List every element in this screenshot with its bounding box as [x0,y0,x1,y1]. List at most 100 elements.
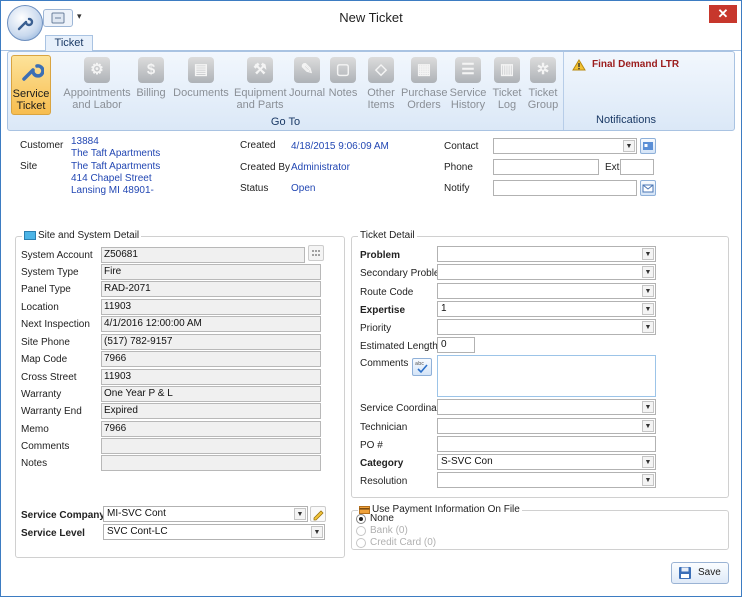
phone-input[interactable] [493,159,599,175]
customer-label: Customer [20,140,64,151]
created-label: Created [240,140,276,151]
save-label: Save [698,567,721,578]
site-detail-value: Expired [101,403,321,419]
gear-icon: ⚙ [84,57,110,83]
site-street: 414 Chapel Street [71,173,152,184]
notifications-group: Final Demand LTR Notifications [568,54,684,128]
po-input[interactable] [437,436,656,452]
tab-ticket[interactable]: Ticket [45,35,93,52]
site-detail-label: Notes [21,458,48,469]
journal-icon: ✎ [294,57,320,83]
app-menu-button[interactable] [7,5,43,41]
estimated-length-input[interactable]: 0 [437,337,475,353]
comments-label: Comments [360,358,409,369]
service-coordinator-select[interactable]: ▼ [437,399,656,415]
payment-bank-radio[interactable] [356,526,366,536]
notify-input[interactable] [493,180,637,196]
ribbon-button-label: Documents [173,87,229,99]
created-value: 4/18/2015 9:06:09 AM [291,141,389,152]
comments-textarea[interactable] [437,355,656,397]
ribbon-button-notes[interactable]: ▢ Notes [327,55,359,115]
save-button[interactable]: Save [671,562,729,584]
close-button[interactable]: ✕ [709,5,737,23]
ribbon-button-ticket-log[interactable]: ▥ Ticket Log [491,55,523,115]
site-detail-title-text: Site and System Detail [38,230,140,241]
ribbon-button-other-items[interactable]: ◇ Other Items [363,55,399,115]
contact-label: Contact [444,141,479,152]
contact-select[interactable]: ▼ [493,138,637,154]
secondary-problem-select[interactable]: ▼ [437,264,656,280]
site-detail-value: 11903 [101,369,321,385]
ribbon-button-appointments-and-labor[interactable]: ⚙ Appointments and Labor [63,55,131,115]
ribbon-button-label: Appointments [63,87,131,99]
route-code-select[interactable]: ▼ [437,283,656,299]
service-company-select[interactable]: MI-SVC Cont ▼ [103,506,308,522]
ribbon-button-documents[interactable]: ▤ Documents [171,55,231,115]
phone-label: Phone [444,162,473,173]
site-detail-label: System Type [21,267,79,278]
purchase-order-icon: ▦ [411,57,437,83]
ribbon-button-equipment-and-parts[interactable]: ⚒ Equipment and Parts [234,55,287,115]
ribbon-button-service-ticket[interactable]: Service Ticket [11,55,51,115]
notification-item[interactable]: Final Demand LTR [572,58,682,74]
chevron-down-icon: ▼ [642,474,654,486]
window-title: New Ticket [339,10,403,25]
site-detail-label: Map Code [21,354,68,365]
po-label: PO # [360,440,383,451]
category-select[interactable]: S-SVC Con ▼ [437,454,656,470]
site-detail-value: 11903 [101,299,321,315]
customer-name-link[interactable]: The Taft Apartments [71,148,160,159]
ribbon-button-label: Orders [407,99,441,111]
notes-icon: ▢ [330,57,356,83]
payment-none-radio[interactable] [356,514,366,524]
ribbon-button-label: and Parts [236,99,284,111]
notify-email-button[interactable] [640,180,656,196]
priority-select[interactable]: ▼ [437,319,656,335]
ribbon-button-label: History [450,99,486,111]
equipment-icon: ⚒ [247,57,273,83]
pencil-icon [313,510,324,521]
technician-select[interactable]: ▼ [437,418,656,434]
ribbon-button-label: Ticket [16,100,46,112]
ribbon-button-billing[interactable]: $ Billing [134,55,168,115]
ribbon-button-label: Ticket [492,87,522,99]
site-detail-value: 4/1/2016 12:00:00 AM [101,316,321,332]
site-detail-group: Site and System Detail System Account Z50… [15,230,345,558]
expertise-label: Expertise [360,305,406,316]
ext-input[interactable] [620,159,654,175]
ribbon-button-ticket-group[interactable]: ✲ Ticket Group [525,55,561,115]
contact-card-button[interactable] [640,138,656,154]
ribbon-button-label: Service [449,87,487,99]
service-level-select[interactable]: SVC Cont-LC ▼ [103,524,325,540]
problem-select[interactable]: ▼ [437,246,656,262]
customer-id-link[interactable]: 13884 [71,136,99,147]
expertise-select[interactable]: 1 ▼ [437,301,656,317]
ribbon-button-label: Purchase [401,87,448,99]
ribbon-button-label: and Labor [72,99,122,111]
ribbon-button-purchase-orders[interactable]: ▦ Purchase Orders [401,55,447,115]
ribbon-button-journal[interactable]: ✎ Journal [289,55,325,115]
chevron-down-icon: ▼ [311,526,323,538]
service-company-edit-button[interactable] [310,506,326,522]
payment-credit-card-label: Credit Card (0) [370,537,437,548]
chevron-down-icon: ▼ [642,303,654,315]
system-account-lookup-button[interactable] [308,245,324,261]
ribbon-button-label: Journal [289,87,326,99]
ticket-detail-group: Ticket Detail Problem ▼ Secondary Proble… [351,230,729,498]
site-detail-value [101,455,321,471]
resolution-label: Resolution [360,476,408,487]
spell-check-button[interactable]: abc [412,358,432,376]
created-by-value: Administrator [291,162,350,173]
ticket-detail-title: Ticket Detail [358,230,417,241]
ribbon-button-label: Other [367,87,395,99]
created-by-label: Created By [240,162,291,173]
category-value: S-SVC Con [441,456,493,467]
site-detail-icon [24,231,36,240]
chevron-down-icon: ▼ [642,456,654,468]
ribbon-button-service-history[interactable]: ☰ Service History [449,55,487,115]
resolution-select[interactable]: ▼ [437,472,656,488]
site-detail-value: 7966 [101,351,321,367]
svg-text:abc: abc [415,361,424,367]
site-name-link[interactable]: The Taft Apartments [71,161,160,172]
payment-credit-card-radio[interactable] [356,538,366,548]
